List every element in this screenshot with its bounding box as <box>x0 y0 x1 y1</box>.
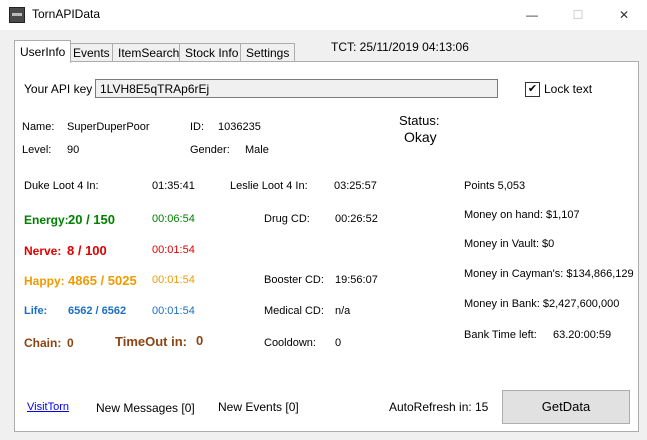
timeout-value: 0 <box>196 333 204 348</box>
id-value: 1036235 <box>218 121 261 133</box>
nerve-label: Nerve: <box>24 244 62 258</box>
close-button[interactable]: ✕ <box>601 0 647 30</box>
medical-cd-label: Medical CD: <box>264 305 324 317</box>
happy-timer: 00:01:54 <box>152 274 195 286</box>
duke-loot-label: Duke Loot 4 In: <box>24 180 99 192</box>
minimize-button[interactable]: — <box>509 0 555 30</box>
happy-value: 4865 / 5025 <box>68 273 137 288</box>
tab-itemsearch[interactable]: ItemSearch <box>112 43 186 62</box>
autorefresh-label: AutoRefresh in: <box>389 400 472 414</box>
api-key-input[interactable]: 1LVH8E5qTRAp6rEj <box>95 79 498 98</box>
duke-loot-value: 01:35:41 <box>152 180 195 192</box>
window-title: TornAPIData <box>32 7 101 21</box>
money-in-cayman: Money in Cayman's: $134,866,129 <box>464 268 634 280</box>
energy-label: Energy: <box>24 213 69 227</box>
booster-cd-value: 19:56:07 <box>335 274 378 286</box>
level-value: 90 <box>67 144 80 156</box>
new-events-link[interactable]: New Events [0] <box>218 400 299 414</box>
visit-torn-link[interactable]: VisitTorn <box>27 401 69 413</box>
points-value: Points 5,053 <box>464 180 526 192</box>
timeout-label: TimeOut in: <box>115 334 187 349</box>
app-icon <box>9 7 25 23</box>
happy-label: Happy: <box>24 274 65 288</box>
money-in-bank: Money in Bank: $2,427,600,000 <box>464 298 620 310</box>
energy-value: 20 / 150 <box>68 212 115 227</box>
money-on-hand: Money on hand: $1,107 <box>464 209 580 221</box>
lock-text-checkbox[interactable]: ✔ <box>525 82 540 97</box>
tab-settings[interactable]: Settings <box>240 43 296 62</box>
bank-time-value: 63.20:00:59 <box>553 329 612 341</box>
tab-userinfo[interactable]: UserInfo <box>14 40 72 63</box>
life-label: Life: <box>24 305 48 317</box>
lock-text-label: Lock text <box>544 82 593 96</box>
nerve-timer: 00:01:54 <box>152 244 195 256</box>
title-bar: TornAPIData — ☐ ✕ <box>0 0 647 30</box>
name-label: Name: <box>22 121 55 133</box>
new-messages-link[interactable]: New Messages [0] <box>96 401 195 415</box>
chain-value: 0 <box>67 336 74 350</box>
bank-time-label: Bank Time left: <box>464 329 537 341</box>
status-label: Status: <box>399 113 440 128</box>
level-label: Level: <box>22 144 52 156</box>
medical-cd-value: n/a <box>335 305 351 317</box>
gender-label: Gender: <box>190 144 230 156</box>
get-data-button[interactable]: GetData <box>502 390 630 424</box>
api-key-label: Your API key <box>24 82 93 96</box>
name-value: SuperDuperPoor <box>67 121 150 133</box>
tct-clock: TCT: 25/11/2019 04:13:06 <box>331 40 469 54</box>
leslie-loot-label: Leslie Loot 4 In: <box>230 180 308 192</box>
tab-events[interactable]: Events <box>67 43 116 62</box>
maximize-button[interactable]: ☐ <box>555 0 601 30</box>
status-value: Okay <box>404 129 437 145</box>
tab-stock-info[interactable]: Stock Info <box>179 43 245 62</box>
life-timer: 00:01:54 <box>152 305 195 317</box>
energy-timer: 00:06:54 <box>152 213 195 225</box>
autorefresh-value: 15 <box>475 400 489 414</box>
chain-label: Chain: <box>24 336 62 350</box>
nerve-value: 8 / 100 <box>67 243 107 258</box>
gender-value: Male <box>245 144 269 156</box>
life-value: 6562 / 6562 <box>68 305 127 317</box>
id-label: ID: <box>190 121 205 133</box>
drug-cd-label: Drug CD: <box>264 213 310 225</box>
booster-cd-label: Booster CD: <box>264 274 324 286</box>
cooldown-label: Cooldown: <box>264 337 316 349</box>
drug-cd-value: 00:26:52 <box>335 213 378 225</box>
leslie-loot-value: 03:25:57 <box>334 180 377 192</box>
cooldown-value: 0 <box>335 337 342 349</box>
money-in-vault: Money in Vault: $0 <box>464 238 555 250</box>
